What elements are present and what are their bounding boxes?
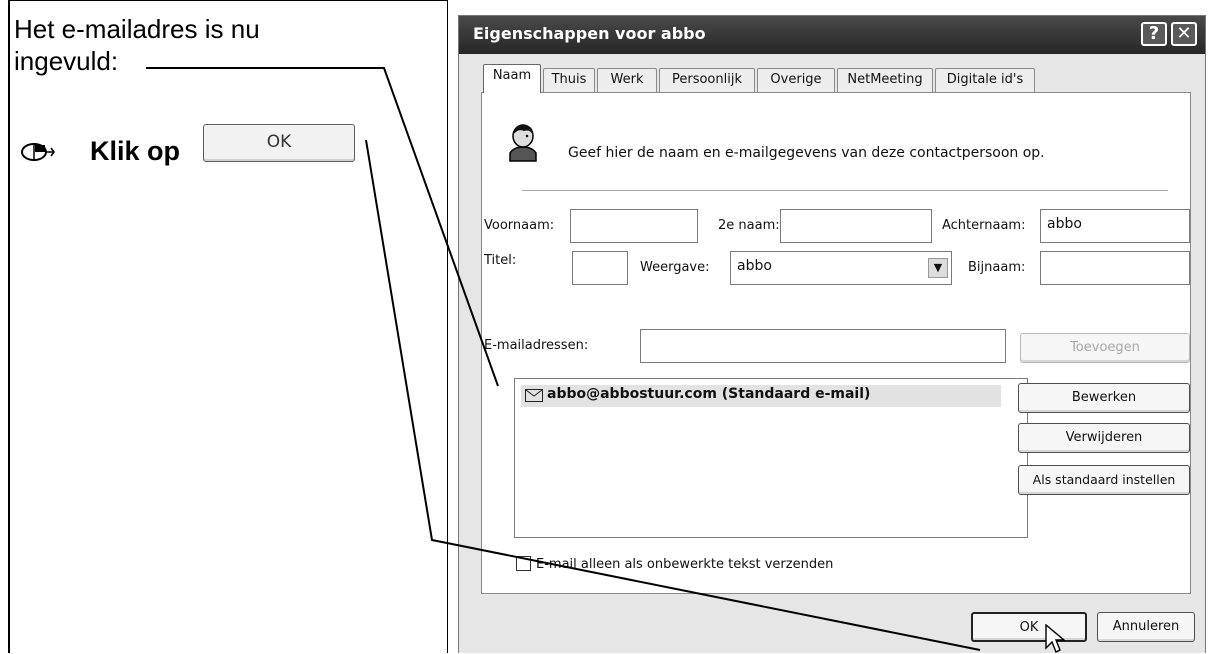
bijnaam-field[interactable]: [1040, 251, 1190, 285]
tutorial-page: Het e-mailadres is nu ingevuld: Klik op …: [0, 0, 1226, 653]
email-input[interactable]: [640, 329, 1006, 363]
instruction-line-2: ingevuld:: [14, 46, 119, 76]
chevron-down-icon[interactable]: ▼: [928, 258, 948, 278]
instruction-panel: [8, 0, 448, 653]
verwijderen-button[interactable]: Verwijderen: [1018, 423, 1190, 453]
bewerken-button[interactable]: Bewerken: [1018, 383, 1190, 413]
ok-button-label: OK: [1019, 620, 1039, 635]
plain-text-checkbox[interactable]: [516, 556, 531, 571]
tab-naam[interactable]: Naam: [483, 64, 541, 93]
dialog-titlebar: Eigenschappen voor abbo ? ✕: [459, 16, 1205, 54]
voornaam-field[interactable]: [570, 209, 698, 243]
tab-thuis[interactable]: Thuis: [543, 68, 595, 92]
contact-person-icon: [509, 124, 537, 162]
klik-op-label: Klik op: [90, 136, 181, 166]
achternaam-field[interactable]: abbo: [1040, 209, 1190, 243]
tab-persoonlijk[interactable]: Persoonlijk: [659, 68, 755, 92]
envelope-icon: [525, 389, 543, 402]
voornaam-label: Voornaam:: [484, 218, 555, 233]
titel-label: Titel:: [484, 253, 517, 268]
weergave-label: Weergave:: [640, 260, 710, 275]
naam-tab-panel: Geef hier de naam en e-mailgegevens van …: [481, 92, 1191, 594]
email-label: E-mailadressen:: [484, 338, 589, 353]
bijnaam-label: Bijnaam:: [968, 260, 1026, 275]
list-item[interactable]: abbo@abbostuur.com (Standaard e-mail): [521, 385, 1001, 407]
close-button[interactable]: ✕: [1171, 22, 1197, 46]
titel-field[interactable]: [572, 251, 628, 285]
tab-werk[interactable]: Werk: [597, 68, 657, 92]
dialog-title: Eigenschappen voor abbo: [473, 24, 706, 43]
tab-netmeeting[interactable]: NetMeeting: [837, 68, 933, 92]
tweede-naam-field[interactable]: [780, 209, 932, 243]
toevoegen-button[interactable]: Toevoegen: [1020, 333, 1190, 363]
header-divider: [522, 190, 1168, 191]
instruction-line-1: Het e-mailadres is nu: [14, 14, 260, 44]
email-entry: abbo@abbostuur.com (Standaard e-mail): [547, 386, 871, 402]
annuleren-button[interactable]: Annuleren: [1097, 612, 1195, 642]
plain-text-checkbox-label: E-mail alleen als onbewerkte tekst verze…: [536, 557, 834, 572]
tab-digitale-ids[interactable]: Digitale id's: [935, 68, 1035, 92]
tweede-naam-label: 2e naam:: [718, 218, 780, 233]
weergave-value: abbo: [737, 258, 772, 274]
cursor-arrow-icon: [1045, 624, 1066, 653]
als-standaard-button[interactable]: Als standaard instellen: [1018, 465, 1190, 495]
mouse-icon: [21, 143, 55, 161]
help-button[interactable]: ?: [1141, 22, 1167, 46]
tab-overige[interactable]: Overige: [757, 68, 835, 92]
weergave-select[interactable]: abbo ▼: [730, 251, 952, 285]
properties-dialog: Eigenschappen voor abbo ? ✕ Naam Thuis W…: [458, 15, 1206, 653]
ok-button[interactable]: OK: [971, 612, 1087, 642]
email-list[interactable]: abbo@abbostuur.com (Standaard e-mail): [514, 378, 1028, 538]
header-description: Geef hier de naam en e-mailgegevens van …: [568, 145, 1045, 161]
ok-button-illustration: OK: [203, 124, 355, 162]
achternaam-label: Achternaam:: [942, 218, 1026, 233]
